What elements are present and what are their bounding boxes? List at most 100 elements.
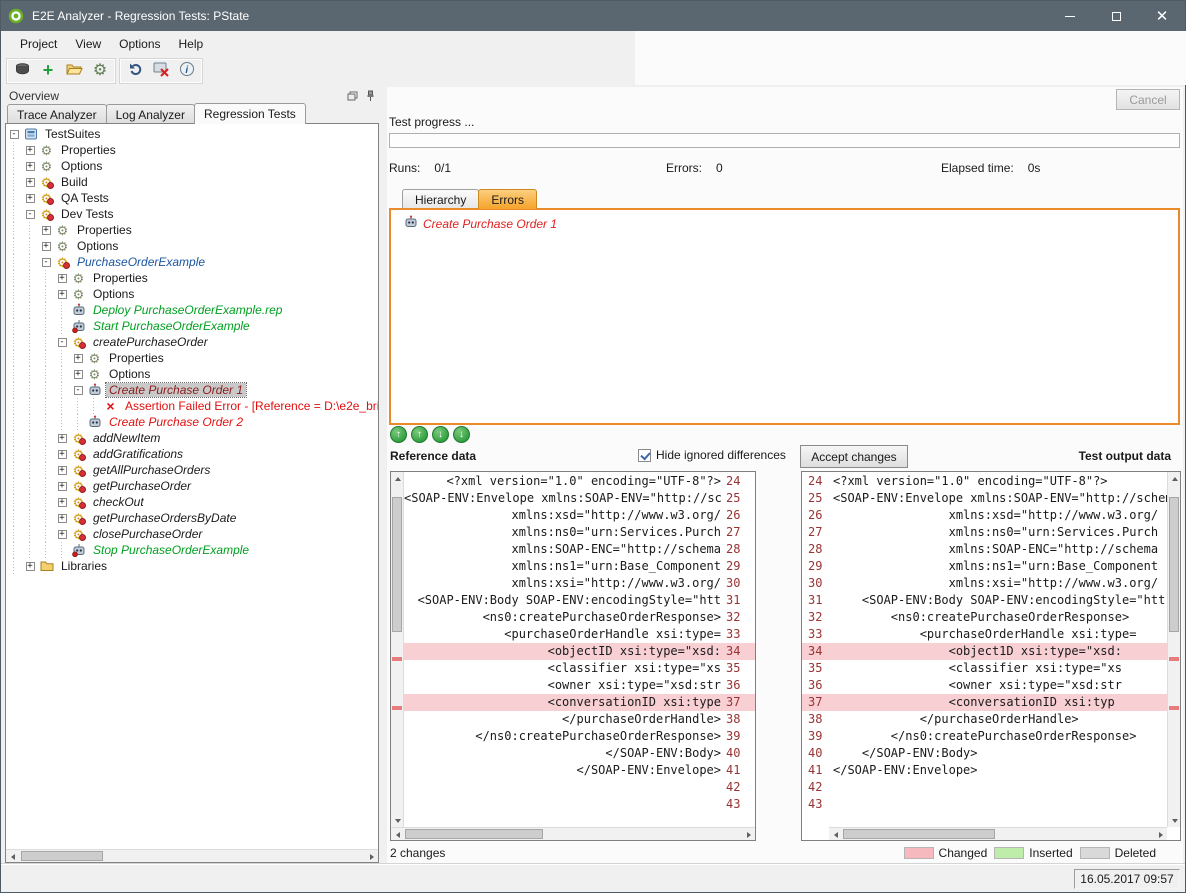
diff-line[interactable]: <SOAP-ENV:Body SOAP-ENV:encodingStyle="h…: [404, 592, 755, 609]
first-difference-button[interactable]: ↑: [390, 426, 407, 443]
diff-line[interactable]: 41</SOAP-ENV:Envelope>: [802, 762, 1167, 779]
minimize-button[interactable]: [1047, 1, 1093, 31]
checkbox-icon[interactable]: [638, 449, 651, 462]
scrollbar-thumb[interactable]: [1169, 497, 1179, 632]
expand-toggle[interactable]: +: [54, 270, 70, 286]
tree-item[interactable]: +⚙Options: [6, 286, 378, 302]
diff-line[interactable]: 33 <purchaseOrderHandle xsi:type=: [802, 626, 1167, 643]
diff-line[interactable]: <classifier xsi:type="xs35: [404, 660, 755, 677]
expand-toggle[interactable]: +: [22, 142, 38, 158]
scroll-right-icon[interactable]: [365, 850, 378, 863]
tree-item[interactable]: +⚙Build: [6, 174, 378, 190]
diff-line[interactable]: <ns0:createPurchaseOrderResponse>32: [404, 609, 755, 626]
tree-item[interactable]: +⚙Options: [6, 158, 378, 174]
close-button[interactable]: ✕: [1139, 1, 1185, 31]
toolbar-open-button[interactable]: [62, 60, 86, 82]
collapse-toggle[interactable]: -: [70, 382, 86, 398]
tree-item[interactable]: -⚙createPurchaseOrder: [6, 334, 378, 350]
hide-ignored-checkbox[interactable]: Hide ignored differences: [638, 448, 786, 462]
scrollbar-thumb[interactable]: [405, 829, 543, 839]
toolbar-settings-button[interactable]: ⚙: [88, 60, 112, 82]
collapse-toggle[interactable]: -: [6, 126, 22, 142]
diff-line[interactable]: 31 <SOAP-ENV:Body SOAP-ENV:encodingStyle…: [802, 592, 1167, 609]
scroll-right-icon[interactable]: [1154, 828, 1167, 841]
tree-item[interactable]: +⚙Properties: [6, 350, 378, 366]
expand-toggle[interactable]: +: [54, 286, 70, 302]
diff-line[interactable]: 32 <ns0:createPurchaseOrderResponse>: [802, 609, 1167, 626]
tree-item[interactable]: +⚙getAllPurchaseOrders: [6, 462, 378, 478]
expand-toggle[interactable]: +: [70, 350, 86, 366]
diff-line[interactable]: <conversationID xsi:type37: [404, 694, 755, 711]
tab-log-analyzer[interactable]: Log Analyzer: [106, 104, 195, 124]
accept-changes-button[interactable]: Accept changes: [800, 445, 908, 468]
diff-line[interactable]: </SOAP-ENV:Body>40: [404, 745, 755, 762]
scrollbar-thumb[interactable]: [392, 497, 402, 632]
diff-line[interactable]: 35 <classifier xsi:type="xs: [802, 660, 1167, 677]
diff-line[interactable]: xmlns:ns0="urn:Services.Purch27: [404, 524, 755, 541]
tree-item[interactable]: Stop PurchaseOrderExample: [6, 542, 378, 558]
diff-line[interactable]: 28 xmlns:SOAP-ENC="http://schema: [802, 541, 1167, 558]
tree-item[interactable]: +⚙Properties: [6, 222, 378, 238]
diff-line[interactable]: <purchaseOrderHandle xsi:type=33: [404, 626, 755, 643]
tree-item[interactable]: +⚙closePurchaseOrder: [6, 526, 378, 542]
toolbar-project-button[interactable]: [10, 60, 34, 82]
expand-toggle[interactable]: +: [54, 462, 70, 478]
scrollbar-thumb[interactable]: [843, 829, 995, 839]
last-difference-button[interactable]: ↓: [453, 426, 470, 443]
collapse-toggle[interactable]: -: [38, 254, 54, 270]
previous-difference-button[interactable]: ↑: [411, 426, 428, 443]
reference-vscrollbar[interactable]: [391, 472, 404, 827]
change-marker[interactable]: [1169, 706, 1179, 710]
tree-item[interactable]: +⚙getPurchaseOrder: [6, 478, 378, 494]
tree-item[interactable]: +⚙Options: [6, 238, 378, 254]
diff-line[interactable]: 30 xmlns:xsi="http://www.w3.org/: [802, 575, 1167, 592]
change-marker[interactable]: [1169, 657, 1179, 661]
maximize-button[interactable]: [1093, 1, 1139, 31]
diff-line[interactable]: 34 <object1D xsi:type="xsd:: [802, 643, 1167, 660]
diff-line[interactable]: 40 </SOAP-ENV:Body>: [802, 745, 1167, 762]
diff-line[interactable]: </ns0:createPurchaseOrderResponse>39: [404, 728, 755, 745]
tab-regression-tests[interactable]: Regression Tests: [194, 103, 306, 124]
expand-toggle[interactable]: +: [54, 510, 70, 526]
tree-item[interactable]: ×Assertion Failed Error - [Reference = D…: [6, 398, 378, 414]
scroll-right-icon[interactable]: [742, 828, 755, 841]
tree-item[interactable]: +⚙getPurchaseOrdersByDate: [6, 510, 378, 526]
collapse-toggle[interactable]: -: [54, 334, 70, 350]
change-marker[interactable]: [392, 657, 402, 661]
menu-view[interactable]: View: [66, 33, 110, 55]
diff-line[interactable]: 24<?xml version="1.0" encoding="UTF-8"?>: [802, 473, 1167, 490]
tree-item[interactable]: -Create Purchase Order 1: [6, 382, 378, 398]
diff-line[interactable]: 42: [802, 779, 1167, 796]
expand-toggle[interactable]: +: [22, 174, 38, 190]
diff-line[interactable]: <?xml version="1.0" encoding="UTF-8"?>24: [404, 473, 755, 490]
tab-trace-analyzer[interactable]: Trace Analyzer: [7, 104, 107, 124]
diff-line[interactable]: 27 xmlns:ns0="urn:Services.Purch: [802, 524, 1167, 541]
diff-line[interactable]: 25<SOAP-ENV:Envelope xmlns:SOAP-ENV="htt…: [802, 490, 1167, 507]
diff-line[interactable]: </purchaseOrderHandle>38: [404, 711, 755, 728]
next-difference-button[interactable]: ↓: [432, 426, 449, 443]
expand-toggle[interactable]: +: [54, 446, 70, 462]
scroll-up-icon[interactable]: [391, 472, 404, 485]
cancel-button[interactable]: Cancel: [1116, 89, 1180, 110]
tree-hscrollbar[interactable]: [6, 849, 378, 862]
diff-line[interactable]: xmlns:ns1="urn:Base_Component29: [404, 558, 755, 575]
tab-errors[interactable]: Errors: [478, 189, 537, 209]
output-vscrollbar[interactable]: [1167, 472, 1180, 827]
diff-line[interactable]: 37 <conversationID xsi:typ: [802, 694, 1167, 711]
tree-item[interactable]: -TestSuites: [6, 126, 378, 142]
expand-toggle[interactable]: +: [22, 190, 38, 206]
collapse-toggle[interactable]: -: [22, 206, 38, 222]
diff-line[interactable]: 43: [404, 796, 755, 813]
scroll-down-icon[interactable]: [1168, 814, 1181, 827]
diff-line[interactable]: <owner xsi:type="xsd:str36: [404, 677, 755, 694]
toolbar-undo-button[interactable]: [123, 60, 147, 82]
tree-item[interactable]: +⚙addGratifications: [6, 446, 378, 462]
diff-line[interactable]: </SOAP-ENV:Envelope>41: [404, 762, 755, 779]
tree-item[interactable]: +⚙Properties: [6, 270, 378, 286]
tree-item[interactable]: +⚙QA Tests: [6, 190, 378, 206]
menu-options[interactable]: Options: [110, 33, 169, 55]
expand-toggle[interactable]: +: [38, 238, 54, 254]
expand-toggle[interactable]: +: [54, 430, 70, 446]
diff-line[interactable]: 38 </purchaseOrderHandle>: [802, 711, 1167, 728]
diff-line[interactable]: 36 <owner xsi:type="xsd:str: [802, 677, 1167, 694]
